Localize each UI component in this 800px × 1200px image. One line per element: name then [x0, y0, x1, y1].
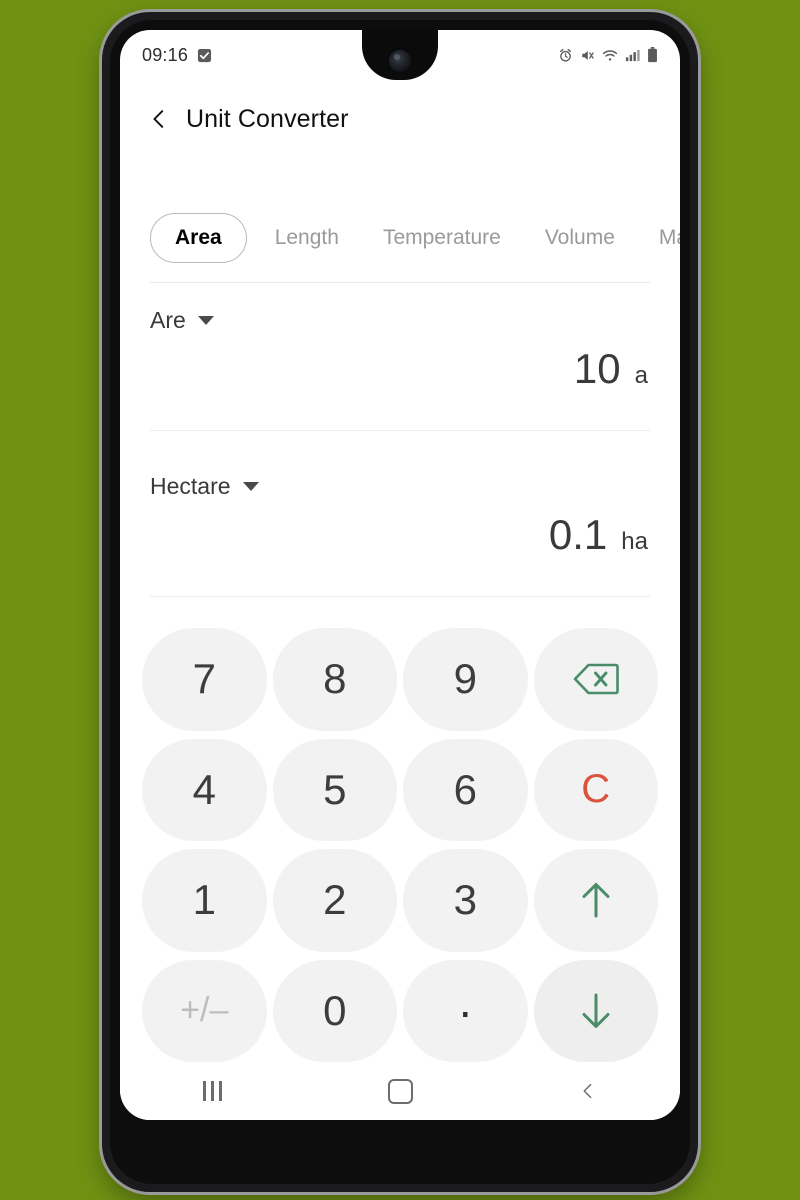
checkbox-checked-icon	[197, 48, 212, 62]
status-bar-right	[558, 47, 658, 63]
to-unit-name: Hectare	[150, 472, 231, 499]
key-9[interactable]: 9	[403, 628, 528, 731]
key-0[interactable]: 0	[272, 959, 397, 1062]
category-tabs[interactable]: Area Length Temperature Volume Ma	[120, 190, 680, 286]
key-clear[interactable]: C	[533, 738, 658, 841]
status-time: 09:16	[142, 44, 189, 65]
key-8[interactable]: 8	[272, 628, 397, 731]
signal-icon	[625, 49, 640, 62]
converter-to-field[interactable]: Hectare 0.1 ha	[150, 458, 650, 588]
to-value[interactable]: 0.1	[549, 514, 607, 556]
chevron-down-icon[interactable]	[197, 315, 214, 325]
tabs-divider	[150, 282, 650, 283]
from-unit-selector[interactable]: Are	[150, 292, 650, 348]
tab-volume[interactable]: Volume	[523, 226, 637, 250]
key-5[interactable]: 5	[272, 738, 397, 841]
key-7[interactable]: 7	[142, 628, 267, 731]
battery-icon	[648, 47, 657, 63]
phone-screen: 09:16 Unit Converter Area Length Tempera…	[120, 30, 680, 1120]
status-bar-left: 09:16	[142, 45, 212, 66]
from-value[interactable]: 10	[574, 348, 621, 390]
key-arrow-down[interactable]	[533, 959, 658, 1062]
chevron-down-icon[interactable]	[242, 481, 259, 491]
key-arrow-up[interactable]	[533, 849, 658, 952]
from-field-underline	[150, 430, 650, 431]
tab-mass[interactable]: Ma	[637, 226, 680, 250]
screen-host: 09:16 Unit Converter Area Length Tempera…	[102, 12, 698, 1192]
key-6[interactable]: 6	[403, 738, 528, 841]
tab-area[interactable]: Area	[150, 213, 247, 263]
screenshot-stage: 09:16 Unit Converter Area Length Tempera…	[0, 0, 800, 1200]
back-icon[interactable]	[579, 1082, 597, 1100]
from-value-row[interactable]: 10 a	[150, 348, 650, 422]
key-sign-toggle[interactable]: +/–	[142, 959, 267, 1062]
app-bar: Unit Converter	[120, 88, 680, 150]
to-value-row[interactable]: 0.1 ha	[150, 514, 650, 588]
to-unit-symbol: ha	[621, 528, 648, 555]
back-chevron-icon[interactable]	[148, 108, 170, 130]
alarm-icon	[559, 48, 572, 62]
mute-vibrate-icon	[582, 50, 594, 60]
android-nav-bar[interactable]	[120, 1062, 680, 1120]
key-1[interactable]: 1	[142, 849, 267, 952]
key-2[interactable]: 2	[272, 849, 397, 952]
tab-temperature[interactable]: Temperature	[361, 226, 523, 250]
front-camera-icon	[389, 50, 411, 72]
key-decimal[interactable]: ·	[403, 959, 528, 1062]
to-unit-selector[interactable]: Hectare	[150, 458, 650, 514]
tab-length[interactable]: Length	[253, 226, 361, 250]
from-unit-symbol: a	[634, 362, 648, 389]
home-icon[interactable]	[388, 1078, 413, 1104]
page-title: Unit Converter	[186, 104, 349, 133]
recents-icon[interactable]	[203, 1081, 222, 1101]
key-4[interactable]: 4	[142, 738, 267, 841]
key-backspace[interactable]	[533, 628, 658, 731]
to-field-underline	[150, 596, 650, 597]
key-3[interactable]: 3	[403, 849, 528, 952]
numeric-keypad[interactable]: 7 8 9 4 5 6 C 1 2 3 +/– 0 ·	[120, 610, 680, 1062]
arrow-up-icon	[582, 883, 610, 918]
from-unit-name: Are	[150, 306, 186, 333]
wifi-icon	[602, 49, 618, 61]
backspace-icon	[573, 663, 619, 695]
arrow-down-icon	[582, 993, 610, 1028]
converter-from-field[interactable]: Are 10 a	[150, 292, 650, 422]
